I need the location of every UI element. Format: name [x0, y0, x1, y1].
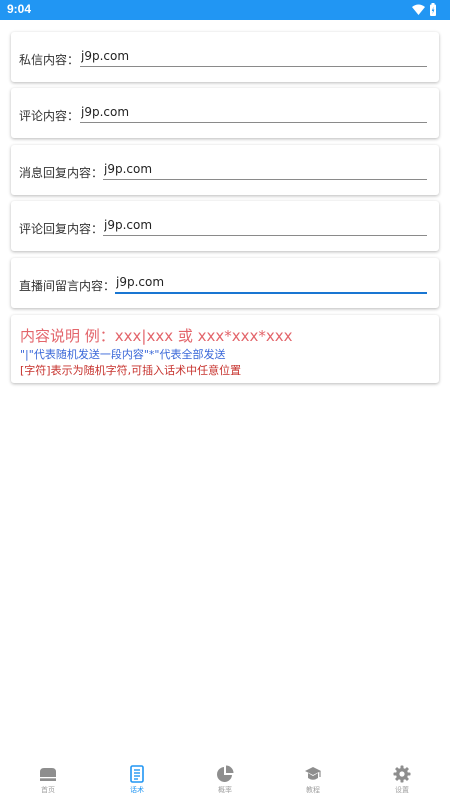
live-room-message-label: 直播间留言内容： [19, 279, 116, 293]
nav-label-scripts: 话术 [130, 786, 144, 794]
message-reply-input[interactable] [103, 159, 427, 180]
document-icon [130, 765, 144, 783]
home-icon [40, 768, 56, 781]
nav-item-settings[interactable]: 设置 [357, 760, 447, 800]
comment-label: 评论内容： [19, 109, 80, 123]
nav-item-probability[interactable]: 概率 [180, 760, 270, 800]
live-room-message-card: 直播间留言内容： [11, 258, 439, 308]
bottom-nav: 首页 话术 概率 教程 设置 [0, 760, 450, 800]
description-card: 内容说明 例：xxx|xxx 或 xxx*xxx*xxx "|"代表随机发送一段… [11, 315, 439, 383]
nav-label-tutorial: 教程 [306, 786, 320, 794]
status-icons [410, 3, 440, 17]
comment-input[interactable] [80, 102, 427, 123]
private-message-card: 私信内容： [11, 32, 439, 82]
graduation-cap-icon [305, 767, 321, 780]
description-title: 内容说明 例：xxx|xxx 或 xxx*xxx*xxx [20, 327, 293, 345]
nav-item-home[interactable]: 首页 [3, 760, 93, 800]
message-reply-card: 消息回复内容： [11, 145, 439, 195]
message-reply-label: 消息回复内容： [19, 166, 104, 180]
live-room-message-input[interactable] [115, 272, 427, 294]
nav-item-scripts[interactable]: 话术 [92, 760, 182, 800]
nav-item-tutorial[interactable]: 教程 [268, 760, 358, 800]
description-random-rule: "|"代表随机发送一段内容"*"代表全部发送 [20, 348, 226, 361]
private-message-label: 私信内容： [19, 53, 80, 67]
battery-icon [430, 3, 436, 16]
comment-reply-label: 评论回复内容： [19, 222, 104, 236]
status-bar: 9:04 [0, 0, 450, 20]
comment-reply-input[interactable] [103, 215, 427, 236]
gear-icon [393, 765, 411, 783]
wifi-icon [412, 4, 425, 15]
pie-chart-icon [217, 765, 234, 782]
comment-card: 评论内容： [11, 88, 439, 138]
status-time: 9:04 [7, 2, 32, 16]
comment-reply-card: 评论回复内容： [11, 201, 439, 251]
nav-label-settings: 设置 [395, 786, 409, 794]
private-message-input[interactable] [80, 46, 427, 67]
nav-label-probability: 概率 [218, 786, 232, 794]
nav-label-home: 首页 [41, 786, 55, 794]
description-char-rule: [字符]表示为随机字符,可插入话术中任意位置 [20, 364, 242, 377]
